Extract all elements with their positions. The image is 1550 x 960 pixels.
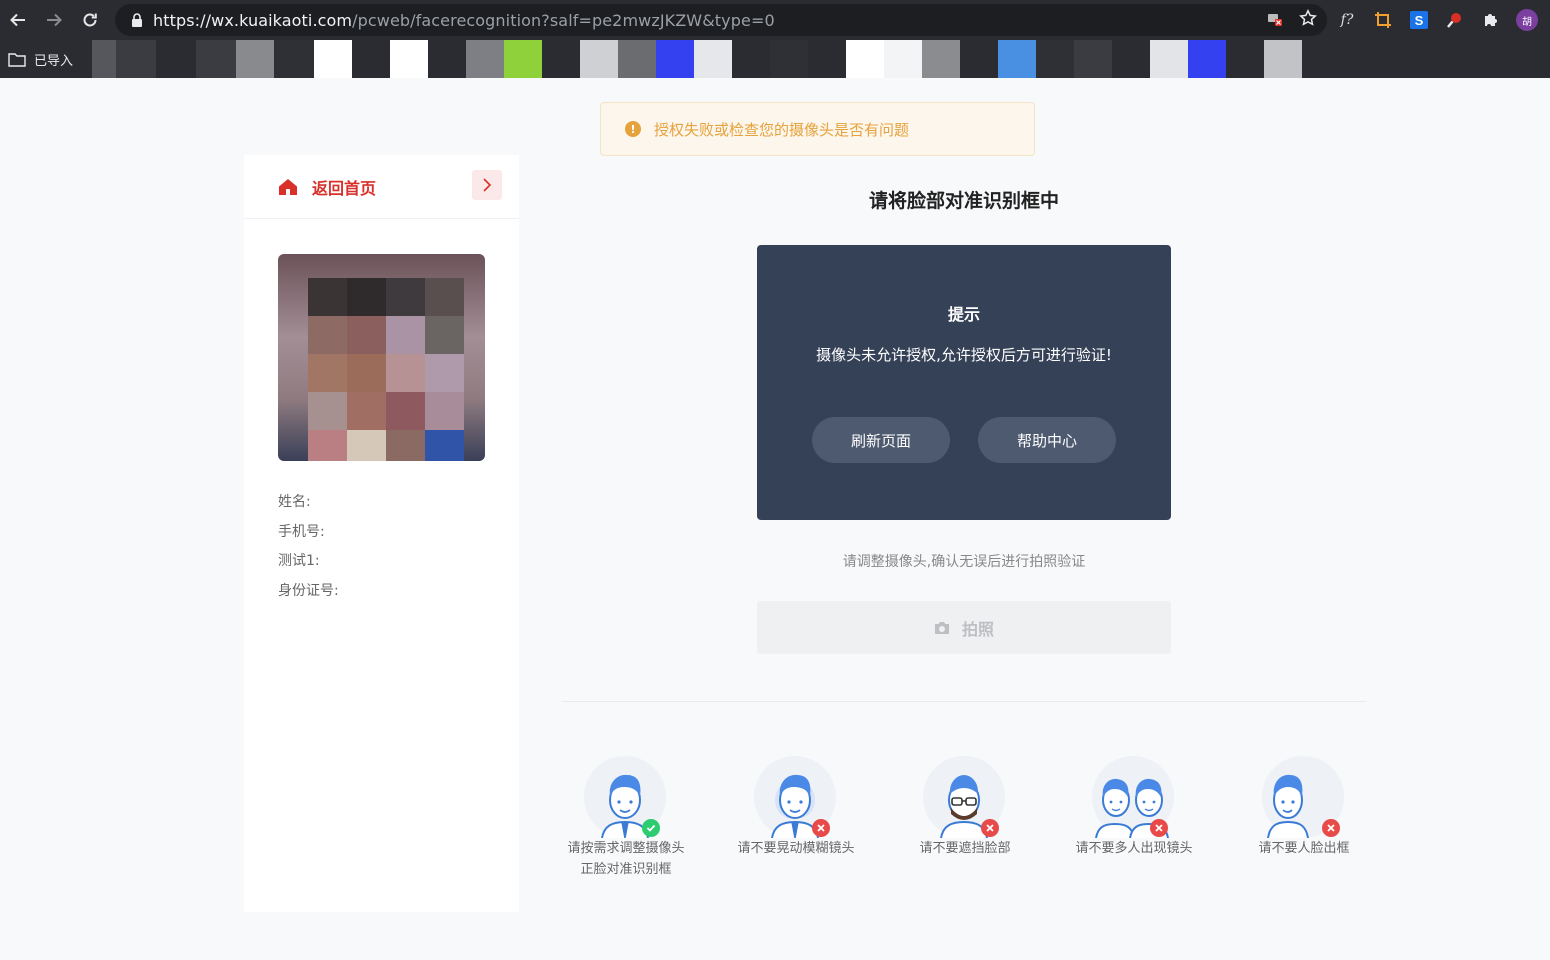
take-photo-label: 拍照	[961, 619, 994, 639]
warning-icon: !	[625, 121, 641, 137]
divider	[562, 701, 1366, 702]
warning-alert: ! 授权失败或检查您的摄像头是否有问题	[600, 102, 1035, 156]
guide-caption: 请按需求调整摄像头 正脸对准识别框	[536, 838, 716, 880]
name-label: 姓名:	[278, 494, 311, 510]
crop-icon[interactable]	[1372, 9, 1394, 31]
profile-avatar[interactable]: 胡	[1516, 9, 1538, 31]
guide-caption-line1: 请不要晃动模糊镜头	[737, 841, 855, 856]
guide-caption-line1: 请不要遮挡脸部	[919, 841, 1011, 856]
expand-arrow-button[interactable]	[472, 170, 502, 200]
svg-text:S: S	[1415, 13, 1424, 28]
guide-caption-line2: 正脸对准识别框	[580, 862, 672, 877]
user-photo	[278, 254, 485, 461]
forward-arrow-icon	[47, 13, 62, 27]
back-home-link[interactable]: 返回首页	[312, 175, 376, 199]
guide-caption: 请不要晃动模糊镜头	[706, 838, 886, 859]
take-photo-button[interactable]: 拍照	[757, 601, 1171, 654]
alert-message: 授权失败或检查您的摄像头是否有问题	[654, 120, 910, 139]
folder-icon	[8, 52, 26, 67]
url-host: https://wx.kuaikaoti.com	[153, 10, 353, 30]
magnifier-extension-icon[interactable]	[1444, 9, 1466, 31]
back-button[interactable]	[0, 0, 36, 40]
page-title: 请将脸部对准识别框中	[868, 190, 1059, 212]
reload-icon	[83, 13, 97, 27]
guide-caption: 请不要遮挡脸部	[875, 838, 1055, 859]
id-number-label: 身份证号:	[278, 582, 339, 599]
blurred-bookmarks	[92, 40, 1340, 78]
check-icon	[642, 819, 660, 837]
guide-caption-line1: 请按需求调整摄像头	[567, 841, 685, 856]
camera-blocked-icon[interactable]	[1267, 10, 1283, 30]
forward-button[interactable]	[36, 0, 72, 40]
url-path: /pcweb/facerecognition?salf=pe2mwzJKZW&t…	[352, 10, 775, 30]
adjust-camera-hint: 请调整摄像头,确认无误后进行拍照验证	[842, 554, 1086, 570]
back-arrow-icon	[10, 13, 25, 27]
guide-caption: 请不要多人出现镜头	[1044, 838, 1224, 859]
back-home-row[interactable]: 返回首页	[244, 155, 519, 219]
home-icon	[278, 178, 298, 196]
address-bar[interactable]: https://wx.kuaikaoti.com/pcweb/facerecog…	[115, 4, 1327, 36]
lock-icon	[127, 13, 147, 27]
camera-icon	[934, 621, 949, 634]
puzzle-icon[interactable]	[1480, 9, 1502, 31]
star-icon[interactable]	[1299, 9, 1317, 31]
camera-tip-panel: 提示 摄像头未允许授权,允许授权后方可进行验证! 刷新页面 帮助中心	[757, 245, 1171, 520]
bookmarks-bar: 已导入	[0, 40, 1550, 78]
error-icon	[1150, 819, 1168, 837]
chevron-right-icon	[483, 178, 492, 192]
reload-button[interactable]	[72, 0, 108, 40]
tip-message: 摄像头未允许授权,允许授权后方可进行验证!	[816, 346, 1112, 364]
user-info: 姓名: 手机号: 测试1: 身份证号:	[278, 488, 339, 606]
phone-label: 手机号:	[278, 523, 325, 540]
help-center-button[interactable]: 帮助中心	[978, 417, 1116, 463]
bookmark-folder-imported[interactable]: 已导入	[8, 50, 73, 69]
browser-toolbar: https://wx.kuaikaoti.com/pcweb/facerecog…	[0, 0, 1550, 40]
guide-caption: 请不要人脸出框	[1214, 838, 1394, 859]
s-extension-icon[interactable]: S	[1408, 9, 1430, 31]
face-mosaic	[308, 278, 464, 461]
test1-label: 测试1:	[278, 553, 320, 569]
url-text: https://wx.kuaikaoti.com/pcweb/facerecog…	[153, 11, 775, 30]
guide-caption-line1: 请不要多人出现镜头	[1075, 841, 1193, 856]
error-icon	[1322, 819, 1340, 837]
bookmark-folder-label: 已导入	[34, 54, 74, 69]
refresh-page-button[interactable]: 刷新页面	[812, 417, 950, 463]
error-icon	[812, 819, 830, 837]
tip-title: 提示	[947, 305, 980, 324]
error-icon	[981, 819, 999, 837]
guide-caption-line1: 请不要人脸出框	[1258, 841, 1350, 856]
ext-f-icon[interactable]: f?	[1336, 9, 1358, 31]
sidebar: 返回首页 姓名: 手机号: 测试1: 身份证号:	[244, 155, 519, 912]
